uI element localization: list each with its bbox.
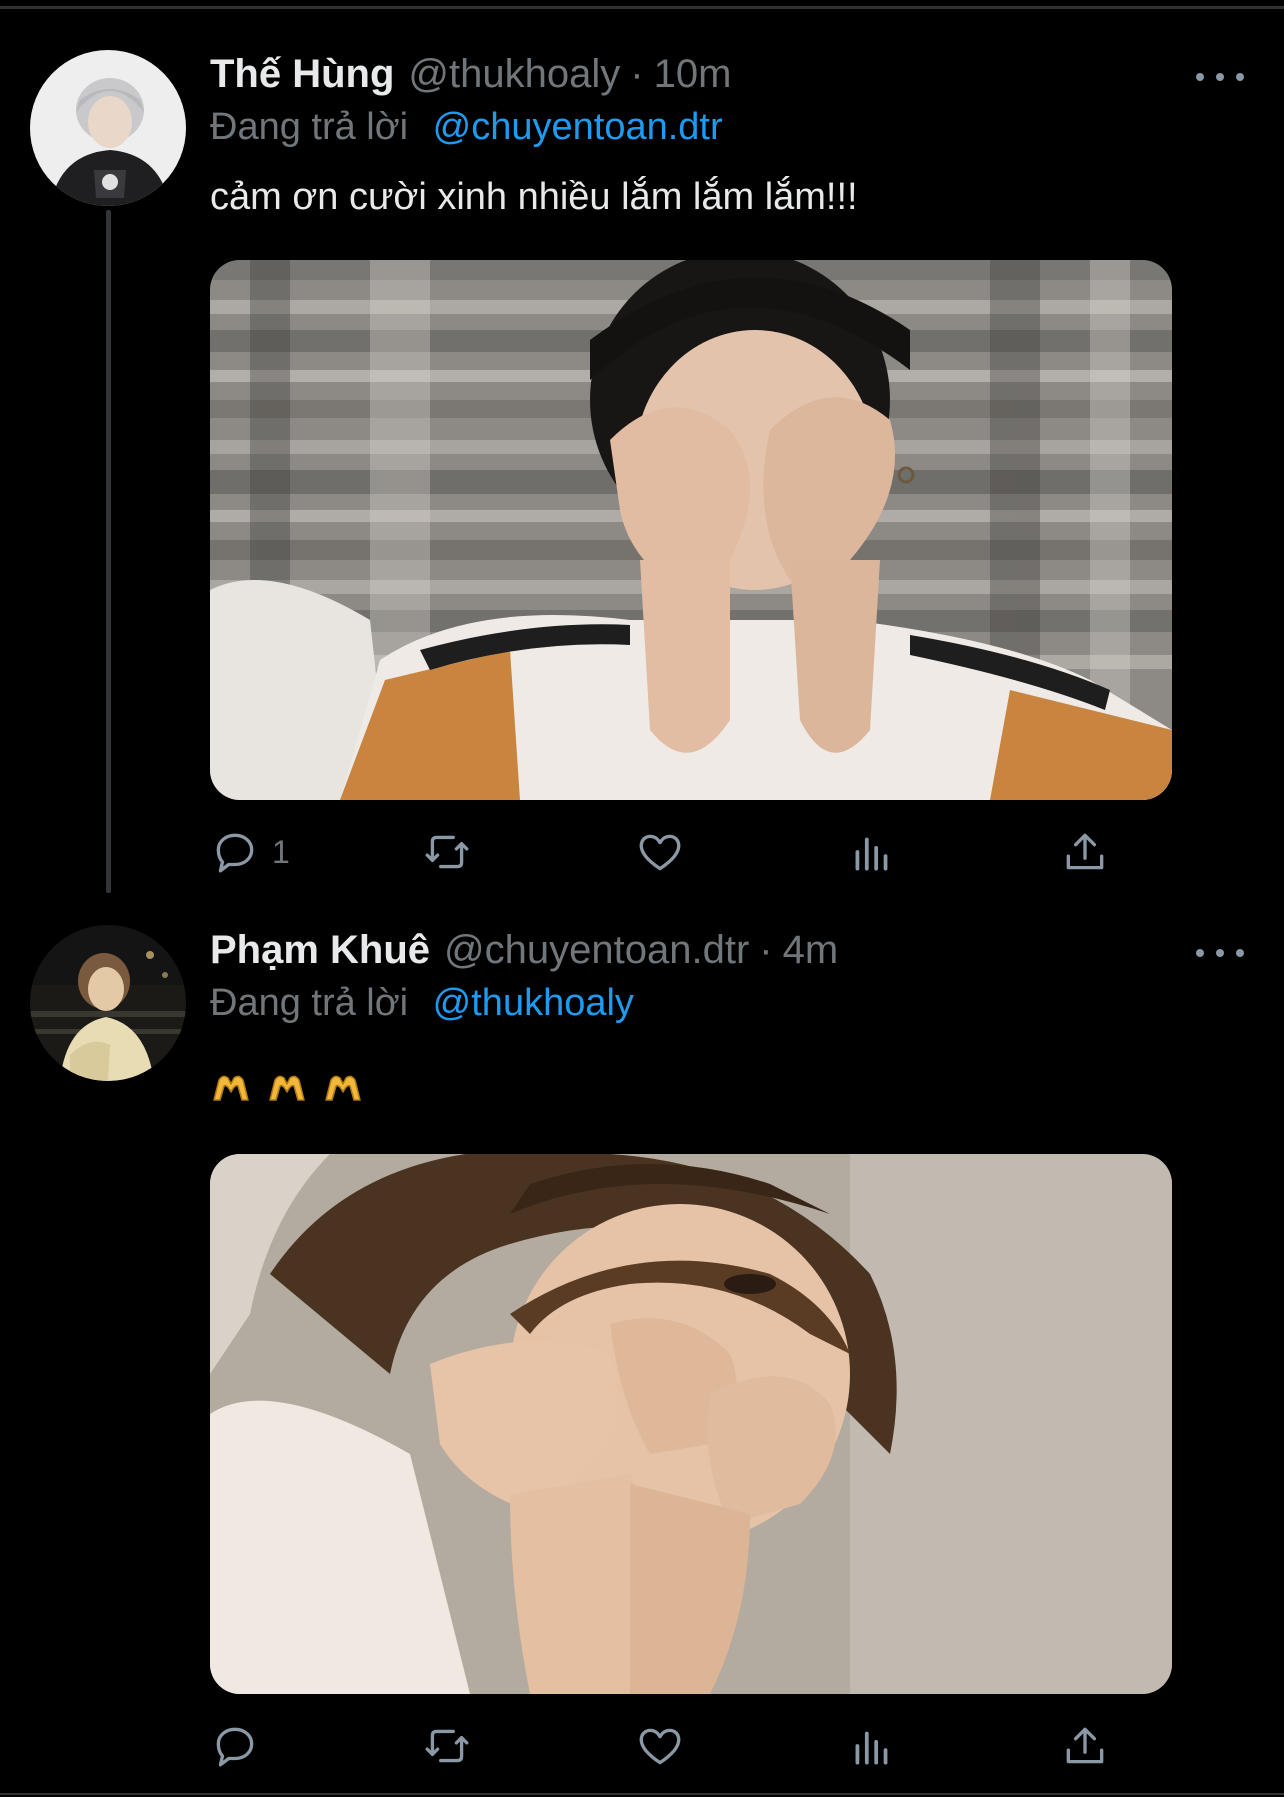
- tweet-header: Thế Hùng @thukhoaly · 10m: [210, 52, 731, 104]
- reply-count: 1: [272, 833, 290, 870]
- heart-hands-emoji-icon: [325, 1075, 361, 1101]
- tweet-media[interactable]: [210, 260, 1172, 800]
- retweet-button[interactable]: [422, 1718, 484, 1774]
- thread-connector-line: [106, 210, 111, 893]
- timestamp[interactable]: 4m: [783, 928, 839, 973]
- reply-icon: [216, 833, 254, 873]
- avatar-photo-icon: [30, 925, 186, 1081]
- thread-page: Thế Hùng @thukhoaly · 10m Đang trả lời @…: [0, 0, 1284, 1797]
- retweet-icon: [425, 1729, 469, 1763]
- tweet-text: cảm ơn cười xinh nhiều lắm lắm lắm!!!: [210, 176, 858, 218]
- views-button[interactable]: [847, 1718, 897, 1774]
- heart-hands-emoji-icon: [269, 1075, 305, 1101]
- heart-hands-emoji-icon: [213, 1075, 249, 1101]
- replying-to-label: Đang trả lời: [210, 106, 409, 148]
- avatar[interactable]: [30, 925, 186, 1081]
- tweet-actions: 1: [210, 824, 1170, 880]
- photo-icon: [210, 1154, 1172, 1694]
- reply-button[interactable]: [210, 1718, 272, 1774]
- views-button[interactable]: [847, 824, 897, 880]
- like-button[interactable]: [635, 824, 697, 880]
- share-icon: [1066, 1727, 1104, 1764]
- tweet-header: Phạm Khuê @chuyentoan.dtr · 4m: [210, 928, 838, 980]
- display-name[interactable]: Thế Hùng: [210, 52, 394, 97]
- reply-mention-link[interactable]: @chuyentoan.dtr: [433, 106, 723, 148]
- analytics-bar-icon: [855, 837, 888, 871]
- display-name[interactable]: Phạm Khuê: [210, 928, 430, 973]
- user-handle[interactable]: @chuyentoan.dtr: [444, 928, 749, 973]
- avatar[interactable]: [30, 50, 186, 206]
- like-button[interactable]: [635, 1718, 697, 1774]
- heart-icon: [639, 834, 681, 871]
- reply-button[interactable]: 1: [210, 824, 290, 880]
- share-button[interactable]: [1060, 1718, 1110, 1774]
- top-divider: [0, 6, 1284, 9]
- bottom-divider: [0, 1793, 1284, 1795]
- replying-to-label: Đang trả lời: [210, 982, 409, 1024]
- separator-dot: ·: [759, 928, 773, 972]
- tweet-text: [210, 1072, 364, 1104]
- heart-icon: [639, 1728, 681, 1765]
- retweet-icon: [425, 835, 469, 869]
- timestamp[interactable]: 10m: [654, 52, 732, 97]
- reply-icon: [216, 1727, 254, 1767]
- analytics-bar-icon: [855, 1731, 888, 1765]
- share-icon: [1066, 833, 1104, 870]
- separator-dot: ·: [630, 52, 644, 96]
- photo-icon: [210, 260, 1172, 800]
- more-options-icon[interactable]: [1196, 57, 1244, 97]
- user-handle[interactable]: @thukhoaly: [408, 52, 620, 97]
- retweet-button[interactable]: [422, 824, 484, 880]
- more-options-icon[interactable]: [1196, 933, 1244, 973]
- tweet-actions: [210, 1718, 1170, 1774]
- replying-to: Đang trả lời @chuyentoan.dtr: [210, 106, 723, 149]
- tweet-media[interactable]: [210, 1154, 1172, 1694]
- reply-mention-link[interactable]: @thukhoaly: [433, 982, 634, 1024]
- share-button[interactable]: [1060, 824, 1110, 880]
- avatar-photo-icon: [30, 50, 186, 206]
- replying-to: Đang trả lời @thukhoaly: [210, 982, 634, 1025]
